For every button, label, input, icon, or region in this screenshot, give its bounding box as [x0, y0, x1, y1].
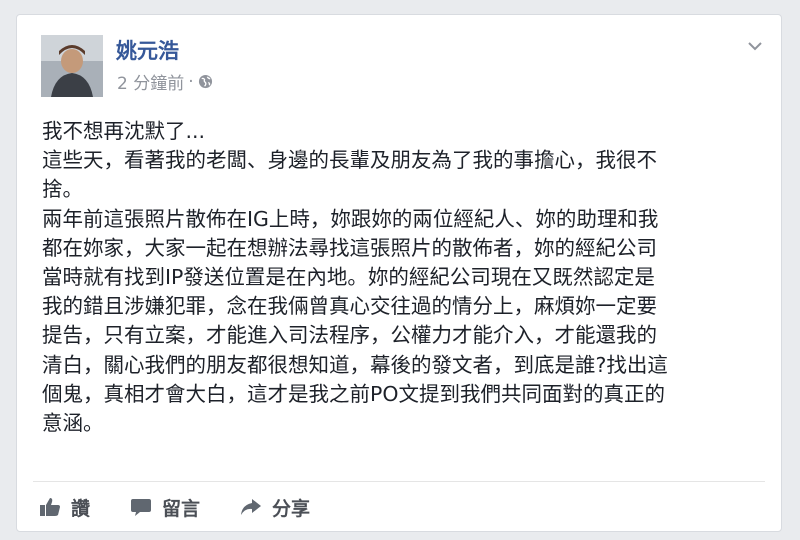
post-line: 清白，關心我們的朋友都很想知道，幕後的發文者，到底是誰?找出這 — [42, 352, 668, 377]
globe-icon[interactable] — [198, 74, 213, 89]
post-line: 當時就有找到IP發送位置是在內地。妳的經紀公司現在又既然認定是 — [42, 265, 655, 290]
avatar-photo — [41, 35, 103, 97]
actions-divider — [33, 481, 765, 482]
post-meta: 2 分鐘前 · — [117, 69, 213, 94]
post-line: 提告，只有立案，才能進入司法程序，公權力才能介入，才能還我的 — [42, 323, 657, 348]
timestamp[interactable]: 2 分鐘前 — [117, 69, 184, 94]
action-bar: 讚 留言 分享 — [39, 491, 350, 523]
share-arrow-icon — [240, 497, 262, 517]
post-line: 我的錯且涉嫌犯罪，念在我倆曾真心交往過的情分上，麻煩妳一定要 — [42, 294, 657, 319]
share-label: 分享 — [272, 497, 311, 520]
like-button[interactable]: 讚 — [39, 494, 90, 521]
share-button[interactable]: 分享 — [240, 494, 310, 521]
like-label: 讚 — [71, 497, 91, 520]
meta-separator: · — [188, 71, 194, 92]
thumbs-up-icon — [39, 497, 61, 517]
comment-label: 留言 — [162, 497, 201, 520]
comment-bubble-icon — [130, 497, 152, 517]
comment-button[interactable]: 留言 — [130, 494, 200, 521]
post-line: 意涵。 — [42, 411, 104, 436]
avatar[interactable] — [41, 35, 103, 97]
post-line: 捨。 — [42, 177, 83, 202]
post-line: 都在妳家，大家一起在想辦法尋找這張照片的散佈者，妳的經紀公司 — [42, 235, 657, 260]
post-line: 我不想再沈默了... — [42, 119, 206, 143]
post-body: 我不想再沈默了... 這些天，看著我的老闆、身邊的長輩及朋友為了我的事擔心，我很… — [42, 117, 762, 438]
author-name[interactable]: 姚元浩 — [116, 35, 179, 65]
post-line: 個鬼，真相才會大白，這才是我之前PO文提到我們共同面對的真正的 — [42, 381, 665, 406]
post-line: 兩年前這張照片散佈在IG上時，妳跟妳的兩位經紀人、妳的助理和我 — [42, 206, 659, 231]
chevron-down-icon[interactable] — [747, 37, 763, 51]
post-card: 姚元浩 2 分鐘前 · 我不想再沈默了... 這些天，看著我的老闆、身邊的長輩及… — [16, 14, 782, 532]
post-line: 這些天，看著我的老闆、身邊的長輩及朋友為了我的事擔心，我很不 — [42, 148, 657, 173]
